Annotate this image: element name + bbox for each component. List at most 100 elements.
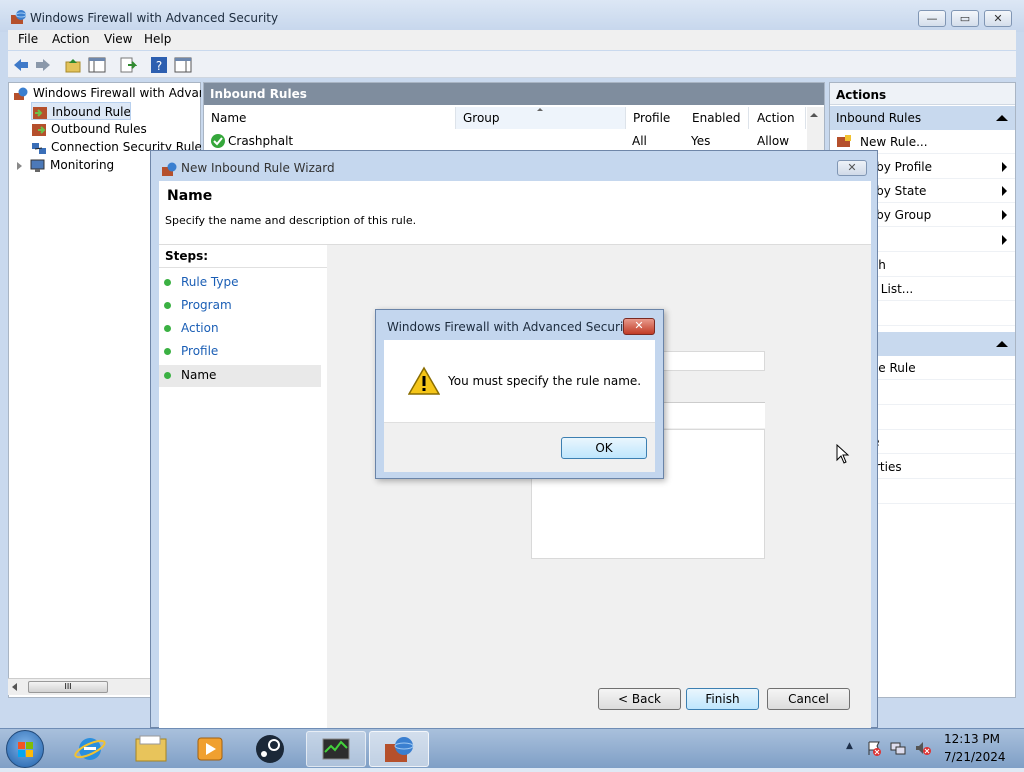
step-rule-type[interactable]: Rule Type [159,273,327,293]
minimize-button[interactable]: — [918,10,946,27]
monitoring-icon [30,159,45,172]
maximize-icon: ▭ [959,12,971,25]
sort-ascending-icon [537,108,543,111]
wizard-header: Name Specify the name and description of… [159,181,871,245]
tree-item-inbound-rules[interactable]: Inbound Rules [31,102,131,120]
show-hidden-icons-button[interactable]: ▲ [846,741,853,751]
show-hide-console-tree-icon[interactable] [88,56,106,74]
wizard-steps-panel: Steps: Rule Type Program Action Profile … [159,245,327,729]
taskbar-task-manager[interactable] [306,731,366,767]
start-button[interactable] [6,730,44,768]
submenu-arrow-icon [1002,162,1007,172]
step-profile[interactable]: Profile [159,342,327,362]
ok-button[interactable]: OK [561,437,647,459]
steam-icon [256,735,284,763]
forward-arrow-icon[interactable] [34,56,52,74]
menu-file[interactable]: File [18,32,38,46]
tree-item-outbound-rules[interactable]: Outbound Rules [31,120,201,138]
menu-help[interactable]: Help [144,32,171,46]
clock-date[interactable]: 7/21/2024 [944,750,1006,764]
tree-root[interactable]: Windows Firewall with Advance [13,84,201,102]
outbound-rules-icon [32,123,46,136]
new-rule-icon [837,135,851,147]
title-bar: Windows Firewall with Advanced Security … [0,0,1024,32]
expand-triangle-icon[interactable] [17,161,22,170]
collapse-up-icon[interactable] [996,115,1008,121]
scroll-grip: III [64,682,72,691]
error-message-box: Windows Firewall with Advanced Security … [375,309,664,479]
close-icon: ✕ [634,319,644,332]
scroll-left-icon[interactable] [12,683,17,691]
cancel-button[interactable]: Cancel [767,688,850,710]
submenu-arrow-icon [1002,210,1007,220]
step-label: Action [181,321,219,335]
scroll-up-icon[interactable] [810,113,818,117]
tree-item-label: Monitoring [50,158,115,172]
column-header-profile[interactable]: Profile [626,107,686,129]
step-label: Program [181,298,232,312]
up-folder-icon[interactable] [64,56,82,74]
menu-action[interactable]: Action [52,32,90,46]
steps-label: Steps: [165,249,209,263]
show-hide-action-pane-icon[interactable] [174,56,192,74]
rule-profile-cell: All [632,134,647,148]
mouse-cursor-icon [836,444,850,464]
rule-name-cell: Crashphalt [228,134,294,148]
connection-security-icon [32,142,46,154]
step-dot-icon [164,372,171,379]
export-list-icon[interactable] [119,56,138,74]
close-button[interactable]: ✕ [984,10,1012,27]
taskbar-firewall-active[interactable] [369,731,429,767]
allow-check-icon [211,134,225,148]
msgbox-body: You must specify the rule name. OK [384,340,655,472]
clock-time[interactable]: 12:13 PM [944,732,1000,746]
column-header-name[interactable]: Name [204,107,456,129]
menu-bar: File Action View Help [8,30,1016,50]
back-arrow-icon[interactable] [12,56,30,74]
close-icon: ✕ [993,12,1003,25]
volume-muted-icon[interactable] [914,740,932,756]
firewall-app-icon [385,737,414,762]
help-icon[interactable]: ? [150,56,168,74]
collapse-up-icon[interactable] [996,341,1008,347]
table-row[interactable]: Crashphalt All Yes Allow [204,131,807,151]
step-dot-icon [164,348,171,355]
internet-explorer-icon [74,738,106,760]
scroll-thumb[interactable]: III [28,681,108,693]
taskbar-file-explorer[interactable] [122,731,180,767]
inbound-rules-icon [33,106,47,119]
msgbox-close-button[interactable]: ✕ [623,318,655,335]
msgbox-button-area: OK [384,422,655,472]
taskbar-media-player[interactable] [182,731,240,767]
taskbar-internet-explorer[interactable] [62,731,120,767]
column-header-enabled[interactable]: Enabled [685,107,749,129]
step-action[interactable]: Action [159,319,327,339]
step-label: Profile [181,344,219,358]
taskbar: ▲ [0,728,1024,768]
actions-section-label: Inbound Rules [836,111,922,125]
tree-root-label: Windows Firewall with Advance [33,86,201,100]
step-name-current[interactable]: Name [159,365,321,387]
action-center-flag-icon[interactable] [866,740,882,756]
step-label: Name [181,368,217,382]
toolbar: ? [8,51,1016,78]
step-program[interactable]: Program [159,296,327,316]
network-icon[interactable] [890,740,906,756]
rules-pane-title: Inbound Rules [204,83,824,105]
firewall-globe-icon [14,87,28,100]
submenu-arrow-icon [1002,235,1007,245]
rules-vertical-scrollbar[interactable] [807,107,824,153]
maximize-button[interactable]: ▭ [951,10,979,27]
taskbar-steam[interactable] [242,731,300,767]
column-header-action[interactable]: Action [750,107,806,129]
menu-view[interactable]: View [104,32,132,46]
actions-section-inbound-rules[interactable]: Inbound Rules [830,106,1015,130]
rules-list-pane: Inbound Rules Name Group Profile Enabled… [203,82,825,153]
wizard-description: Specify the name and description of this… [165,214,417,227]
wizard-close-button[interactable]: ✕ [837,160,867,176]
media-player-icon [197,737,223,761]
warning-icon [408,366,440,395]
back-button[interactable]: < Back [598,688,681,710]
finish-button[interactable]: Finish [686,688,759,710]
wizard-title: New Inbound Rule Wizard [181,161,335,175]
